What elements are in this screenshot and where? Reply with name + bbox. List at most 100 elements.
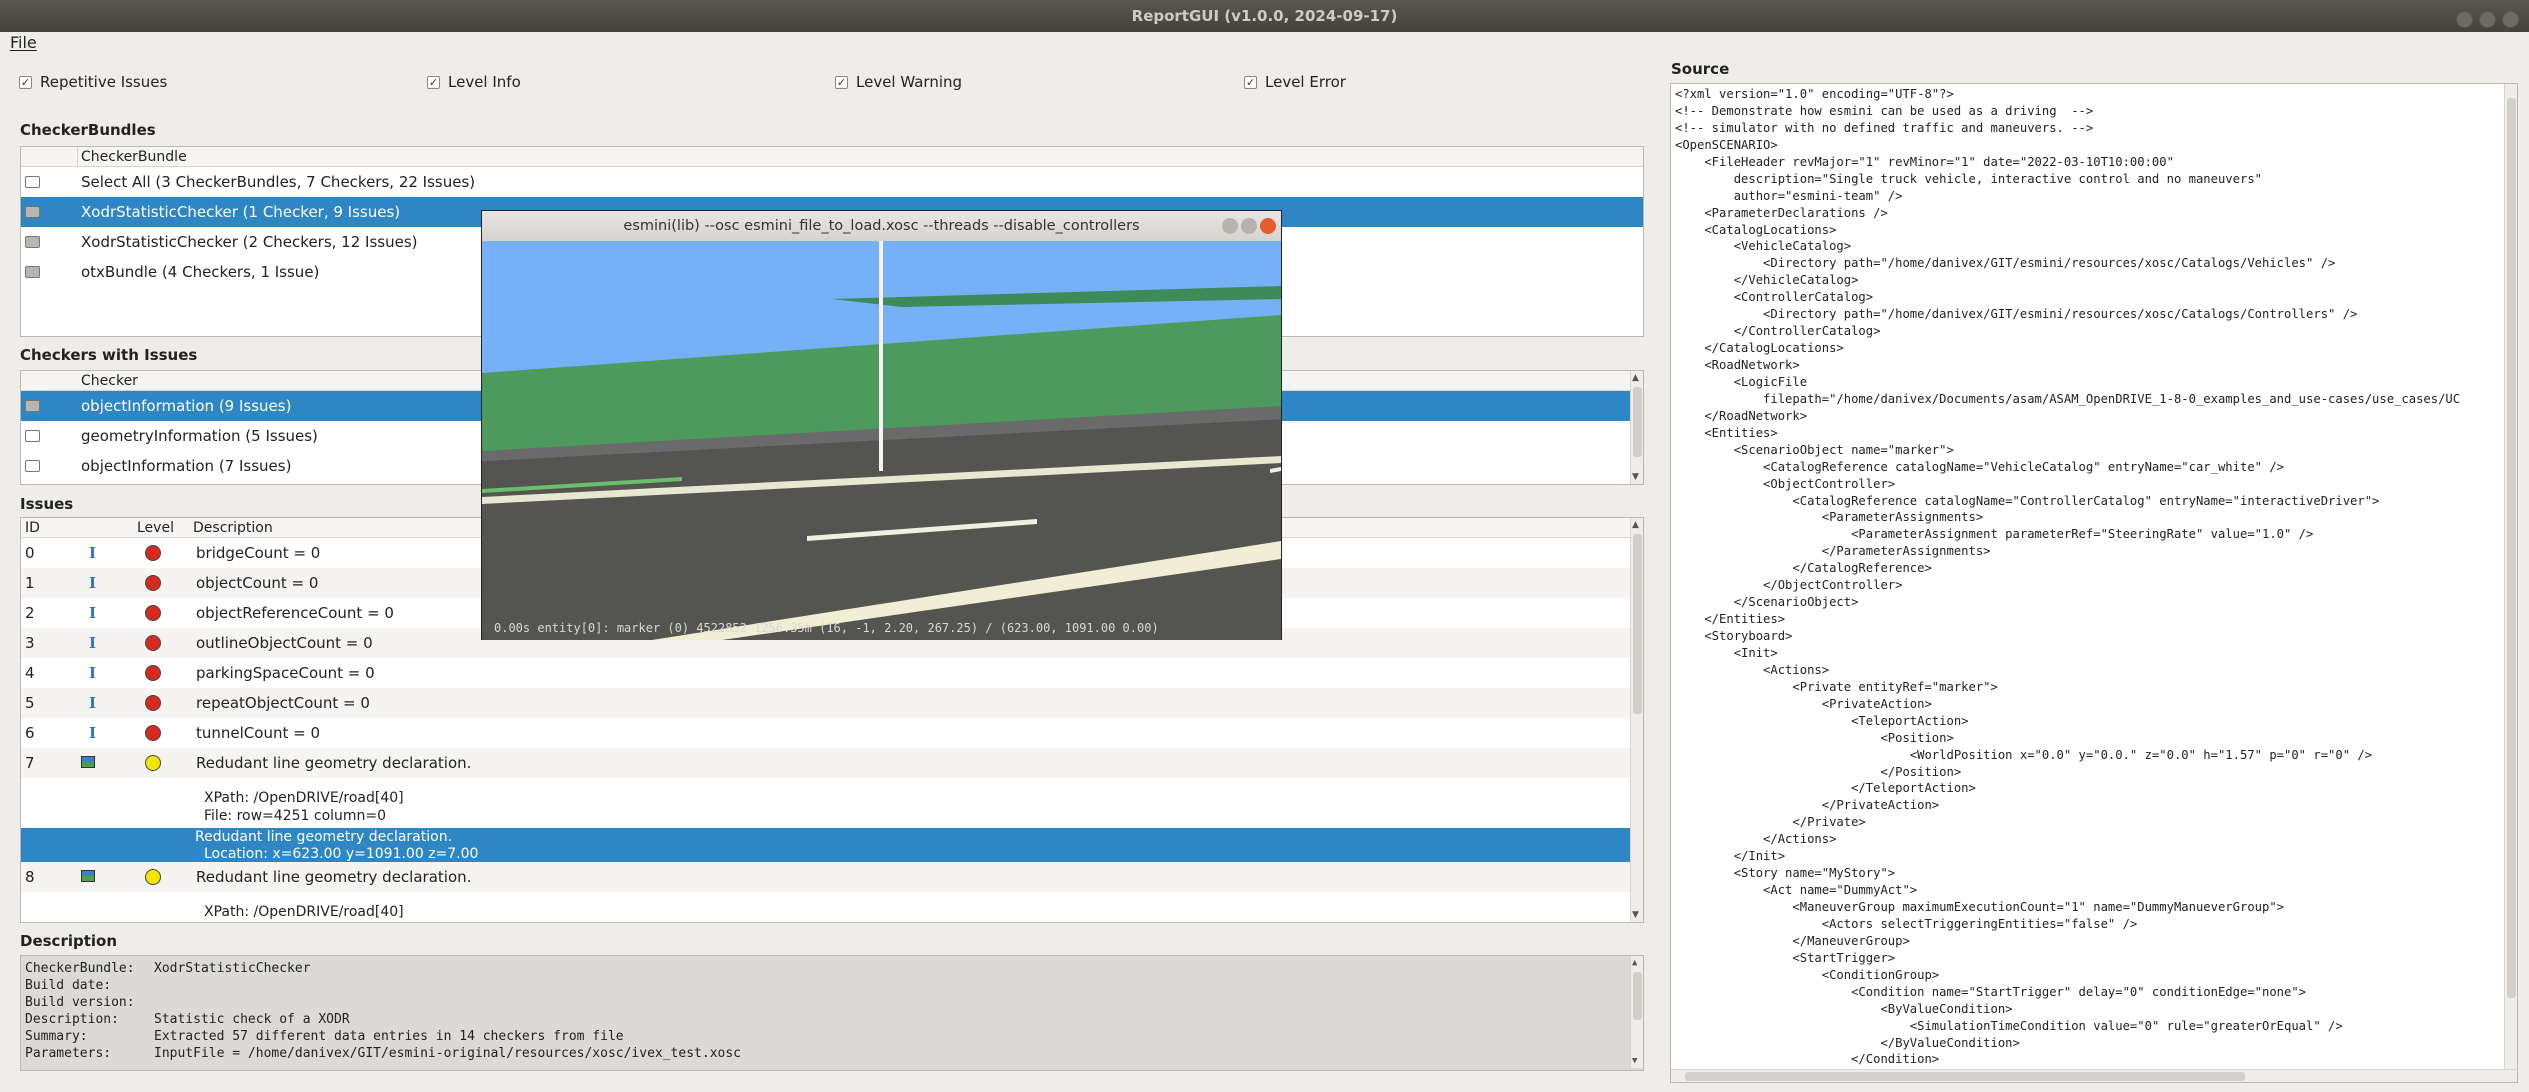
source-line: <Entities> <box>1675 425 1778 440</box>
issue-id: 4 <box>25 664 35 682</box>
issue-description: tunnelCount = 0 <box>196 724 320 742</box>
viewer-minimize-button[interactable] <box>1222 218 1238 234</box>
viewer-close-button[interactable] <box>1260 218 1276 234</box>
source-line: <!-- simulator with no defined traffic a… <box>1675 120 2094 135</box>
issue-description: objectReferenceCount = 0 <box>196 604 394 622</box>
issue-id: 5 <box>25 694 35 712</box>
road-scene[interactable]: 0.00s entity[0]: marker (0) 4522852 1256… <box>482 241 1281 640</box>
source-line: <CatalogReference catalogName="VehicleCa… <box>1675 459 2285 474</box>
source-line: <Act name="DummyAct"> <box>1675 883 1918 898</box>
filter-level-warning[interactable]: ✓ Level Warning <box>835 73 962 91</box>
checkbox-icon[interactable]: ✓ <box>1244 75 1257 89</box>
issue-description: objectCount = 0 <box>196 574 319 592</box>
minimize-button[interactable] <box>2456 11 2473 28</box>
error-level-icon <box>145 725 161 741</box>
checkers-scrollbar[interactable]: ▲ ▼ <box>1630 371 1643 484</box>
description-scrollbar[interactable]: ▲ ▼ <box>1630 956 1643 1068</box>
filter-repetitive-issues[interactable]: ✓ Repetitive Issues <box>19 73 167 91</box>
description-line: Parameters: InputFile = /home/danivex/GIT… <box>25 1046 741 1061</box>
close-button[interactable] <box>2502 11 2519 28</box>
issue-id: 3 <box>25 634 35 652</box>
issue-description: outlineObjectCount = 0 <box>196 634 373 652</box>
row-checkbox[interactable] <box>25 236 40 248</box>
checkbox-icon[interactable]: ✓ <box>835 75 848 89</box>
source-line: <WorldPosition x="0.0" y="0.0." z="0.0" … <box>1675 747 2373 762</box>
source-heading: Source <box>1671 60 1730 78</box>
row-checkbox[interactable] <box>25 206 40 218</box>
issue-description: Redudant line geometry declaration. <box>196 868 472 886</box>
issue-id: 6 <box>25 724 35 742</box>
issue-xpath: XPath: /OpenDRIVE/road[40] <box>204 904 404 920</box>
maximize-button[interactable] <box>2479 11 2496 28</box>
source-line: <Position> <box>1675 730 1954 745</box>
source-line: </RoadNetwork> <box>1675 408 1808 423</box>
source-line: <Actions> <box>1675 662 1830 677</box>
issue-location-row[interactable]: Redudant line geometry declaration. Loca… <box>21 828 1643 862</box>
filter-label: Level Info <box>448 73 521 91</box>
source-line: </ManeuverGroup> <box>1675 933 1910 948</box>
column-header: CheckerBundle <box>81 149 187 165</box>
source-line: <Storyboard> <box>1675 629 1793 643</box>
description-line: Build date: <box>25 978 112 993</box>
map-icon <box>81 870 95 882</box>
issue-id: 2 <box>25 604 35 622</box>
esmini-viewer-window[interactable]: esmini(lib) --osc esmini_file_to_load.xo… <box>481 210 1282 640</box>
issues-scrollbar[interactable]: ▲ ▼ <box>1630 518 1643 922</box>
source-line: <StartTrigger> <box>1675 950 1896 965</box>
row-checkbox[interactable] <box>25 400 40 412</box>
source-line: <ByValueCondition> <box>1675 1001 2013 1016</box>
info-icon: I <box>89 604 97 622</box>
source-line: <!-- Demonstrate how esmini can be used … <box>1675 103 2094 118</box>
filter-level-info[interactable]: ✓ Level Info <box>427 73 521 91</box>
description-line: Description: Statistic check of a XODR <box>25 1012 350 1027</box>
source-line: <ParameterAssignment parameterRef="Steer… <box>1675 527 2314 542</box>
source-line: </PrivateAction> <box>1675 798 1940 813</box>
viewer-maximize-button[interactable] <box>1241 218 1257 234</box>
column-header: Description <box>193 520 273 536</box>
source-line: </ByValueCondition> <box>1675 1035 2020 1050</box>
source-line: </Actions> <box>1675 832 1837 847</box>
bundle-row[interactable]: Select All (3 CheckerBundles, 7 Checkers… <box>21 167 1643 197</box>
road-scene-render <box>482 241 1281 640</box>
source-line: <Story name="MyStory"> <box>1675 866 1896 881</box>
source-line: <ConditionGroup> <box>1675 967 1940 982</box>
row-checkbox[interactable] <box>25 430 40 442</box>
source-line: author="esmini-team" /> <box>1675 188 1903 203</box>
issues-heading: Issues <box>20 495 74 513</box>
checkbox-icon[interactable]: ✓ <box>427 75 440 89</box>
source-hscrollbar[interactable] <box>1671 1069 2517 1082</box>
filter-level-error[interactable]: ✓ Level Error <box>1244 73 1346 91</box>
source-view[interactable]: <?xml version="1.0" encoding="UTF-8"?> <!… <box>1670 83 2518 1083</box>
menu-file[interactable]: File <box>10 33 37 52</box>
issue-row[interactable]: 7 Redudant line geometry declaration. <box>21 748 1643 778</box>
source-vscrollbar[interactable] <box>2504 84 2517 1082</box>
issue-row[interactable]: 8 Redudant line geometry declaration. <box>21 862 1643 892</box>
source-line: <Condition name="StartTrigger" delay="0"… <box>1675 984 2307 999</box>
checkbox-icon[interactable]: ✓ <box>19 75 32 89</box>
error-level-icon <box>145 545 161 561</box>
source-line: <ParameterDeclarations /> <box>1675 205 1888 220</box>
row-checkbox[interactable] <box>25 266 40 278</box>
viewer-titlebar[interactable]: esmini(lib) --osc esmini_file_to_load.xo… <box>482 211 1281 241</box>
info-icon: I <box>89 574 97 592</box>
issue-row[interactable]: 4 IparkingSpaceCount = 0 <box>21 658 1643 688</box>
row-checkbox[interactable] <box>25 176 40 188</box>
issue-location: Location: x=623.00 y=1091.00 z=7.00 <box>204 846 479 862</box>
info-icon: I <box>89 694 97 712</box>
info-icon: I <box>89 634 97 652</box>
source-line: filepath="/home/danivex/Documents/asam/A… <box>1675 391 2461 406</box>
source-line: <ObjectController> <box>1675 476 1896 491</box>
source-line: <Directory path="/home/danivex/GIT/esmin… <box>1675 256 2336 271</box>
info-icon: I <box>89 544 97 562</box>
checker-label: objectInformation (7 Issues) <box>81 457 292 475</box>
info-icon: I <box>89 724 97 742</box>
issue-row[interactable]: 5 IrepeatObjectCount = 0 <box>21 688 1643 718</box>
issue-id: 0 <box>25 544 35 562</box>
source-line: </ScenarioObject> <box>1675 595 1859 610</box>
issue-row[interactable]: 6 ItunnelCount = 0 <box>21 718 1643 748</box>
window-title: ReportGUI (v1.0.0, 2024-09-17) <box>1131 7 1398 25</box>
source-line: </Private> <box>1675 815 1866 830</box>
menu-bar: File <box>0 32 2529 54</box>
description-heading: Description <box>20 932 118 950</box>
row-checkbox[interactable] <box>25 460 40 472</box>
